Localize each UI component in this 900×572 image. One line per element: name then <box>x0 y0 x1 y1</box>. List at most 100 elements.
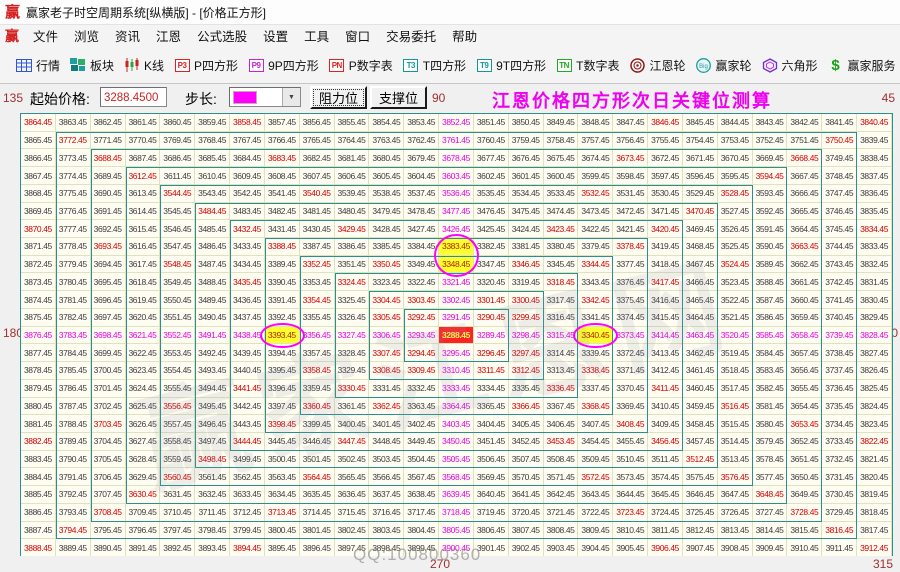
grid-cell: 3536.45 <box>439 185 474 203</box>
grid-cell: 3688.45 <box>91 149 126 167</box>
grid-cell: 3819.45 <box>857 486 892 504</box>
grid-cell: 3314.45 <box>544 344 579 362</box>
grid-cell: 3500.45 <box>265 451 300 469</box>
start-price-input[interactable] <box>100 87 167 107</box>
grid-cell: 3509.45 <box>578 451 613 469</box>
grid-cell: 3397.45 <box>265 398 300 416</box>
toolbar-button-sectors[interactable]: 板块 <box>65 54 119 77</box>
grid-cell: 3470.45 <box>683 203 718 221</box>
grid-cell: 3652.45 <box>787 433 822 451</box>
grid-cell: 3431.45 <box>265 220 300 238</box>
grid-cell: 3534.45 <box>509 185 544 203</box>
angle-label-270: 270 <box>430 557 450 571</box>
grid-cell: 3829.45 <box>857 309 892 327</box>
grid-cell: 3805.45 <box>439 522 474 540</box>
grid-cell: 3725.45 <box>683 504 718 522</box>
grid-cell: 3308.45 <box>369 362 404 380</box>
toolbar-button-quotes[interactable]: 行情 <box>11 54 65 77</box>
grid-cell: 3746.45 <box>822 203 857 221</box>
grid-cell: 3302.45 <box>439 291 474 309</box>
grid-cell: 3695.45 <box>91 273 126 291</box>
grid-cell: 3413.45 <box>648 344 683 362</box>
toolbar-button-kline[interactable]: K线 <box>119 54 169 77</box>
grid-cell: 3628.45 <box>126 451 161 469</box>
grid-cell: 3394.45 <box>265 344 300 362</box>
grid-cell: 3767.45 <box>230 132 265 150</box>
toolbar-button-9t-square[interactable]: T99T四方形 <box>471 54 551 77</box>
grid-cell: 3730.45 <box>822 486 857 504</box>
menu-item-trade[interactable]: 交易委托 <box>378 28 444 46</box>
grid-cell: 3497.45 <box>195 433 230 451</box>
grid-cell: 3893.45 <box>195 539 230 557</box>
grid-cell: 3463.45 <box>683 327 718 345</box>
menu-item-formula-stock[interactable]: 公式选股 <box>189 28 255 46</box>
menu-item-file[interactable]: 文件 <box>25 28 66 46</box>
menu-item-tools[interactable]: 工具 <box>296 28 337 46</box>
grid-cell: 3718.45 <box>439 504 474 522</box>
grid-cell: 3332.45 <box>404 380 439 398</box>
menu-item-gann[interactable]: 江恩 <box>148 28 189 46</box>
grid-cell: 3871.45 <box>21 238 56 256</box>
toolbar-button-p-table[interactable]: PNP数字表 <box>324 54 398 77</box>
grid-cell: 3759.45 <box>509 132 544 150</box>
chevron-down-icon[interactable]: ▼ <box>282 88 300 106</box>
grid-cell: 3727.45 <box>753 504 788 522</box>
toolbar-button-winner-wheel[interactable]: Big赢家轮 <box>690 54 756 77</box>
menu-item-settings[interactable]: 设置 <box>255 28 296 46</box>
toolbar-button-winner-service[interactable]: $赢家服务 <box>823 54 900 77</box>
grid-cell: 3796.45 <box>126 522 161 540</box>
grid-cell: 3838.45 <box>857 149 892 167</box>
grid-cell: 3401.45 <box>369 415 404 433</box>
grid-cell: 3900.45 <box>439 539 474 557</box>
grid-cell: 3793.45 <box>56 504 91 522</box>
grid-cell: 3788.45 <box>56 415 91 433</box>
resistance-button[interactable]: 阻力位 <box>310 86 367 109</box>
grid-cell: 3571.45 <box>544 468 579 486</box>
grid-cell: 3576.45 <box>718 468 753 486</box>
grid-cell: 3561.45 <box>195 468 230 486</box>
grid-cell: 3854.45 <box>369 114 404 132</box>
grid-cell: 3360.45 <box>300 398 335 416</box>
grid-cell: 3464.45 <box>683 309 718 327</box>
menu-item-browse[interactable]: 浏览 <box>66 28 107 46</box>
toolbar-button-p-square[interactable]: P3P四方形 <box>169 54 243 77</box>
menu-item-window[interactable]: 窗口 <box>337 28 378 46</box>
toolbar-label: P数字表 <box>349 57 393 74</box>
step-dropdown[interactable]: ▼ <box>229 87 301 107</box>
grid-cell: 3592.45 <box>753 203 788 221</box>
grid-cell: 3815.45 <box>787 522 822 540</box>
grid-cell: 3380.45 <box>544 238 579 256</box>
toolbar-button-gann-wheel[interactable]: 江恩轮 <box>624 54 690 77</box>
badge-icon: T9 <box>476 58 492 73</box>
grid-cell: 3300.45 <box>509 291 544 309</box>
toolbar-button-9p-square[interactable]: P99P四方形 <box>243 54 324 77</box>
grid-cell: 3654.45 <box>787 398 822 416</box>
grid-cell: 3538.45 <box>369 185 404 203</box>
grid-cell: 3558.45 <box>160 433 195 451</box>
grid-cell: 3596.45 <box>683 167 718 185</box>
menu-item-news[interactable]: 资讯 <box>107 28 148 46</box>
toolbar-button-t-square[interactable]: T3T四方形 <box>398 54 471 77</box>
grid-cell: 3539.45 <box>335 185 370 203</box>
menu-item-help[interactable]: 帮助 <box>444 28 485 46</box>
grid-cell: 3686.45 <box>160 149 195 167</box>
grid-cell: 3734.45 <box>822 415 857 433</box>
grid-cell: 3506.45 <box>474 451 509 469</box>
grid-cell: 3636.45 <box>335 486 370 504</box>
grid-cell: 3641.45 <box>509 486 544 504</box>
grid-cell: 3507.45 <box>509 451 544 469</box>
grid-cell: 3726.45 <box>718 504 753 522</box>
toolbar-label: 9P四方形 <box>268 57 319 74</box>
grid-cell: 3289.45 <box>474 327 509 345</box>
toolbar-button-t-table[interactable]: TNT数字表 <box>551 54 624 77</box>
grid-cell: 3472.45 <box>613 203 648 221</box>
grid-cell: 3340.45 <box>578 327 613 345</box>
grid-cell: 3320.45 <box>474 273 509 291</box>
grid-cell: 3837.45 <box>857 167 892 185</box>
toolbar-button-hexagon[interactable]: 六角形 <box>757 54 823 77</box>
grid-cell: 3499.45 <box>230 451 265 469</box>
grid-cell: 3453.45 <box>544 433 579 451</box>
support-button[interactable]: 支撑位 <box>370 86 427 109</box>
grid-cell: 3370.45 <box>613 380 648 398</box>
grid-cell: 3712.45 <box>230 504 265 522</box>
